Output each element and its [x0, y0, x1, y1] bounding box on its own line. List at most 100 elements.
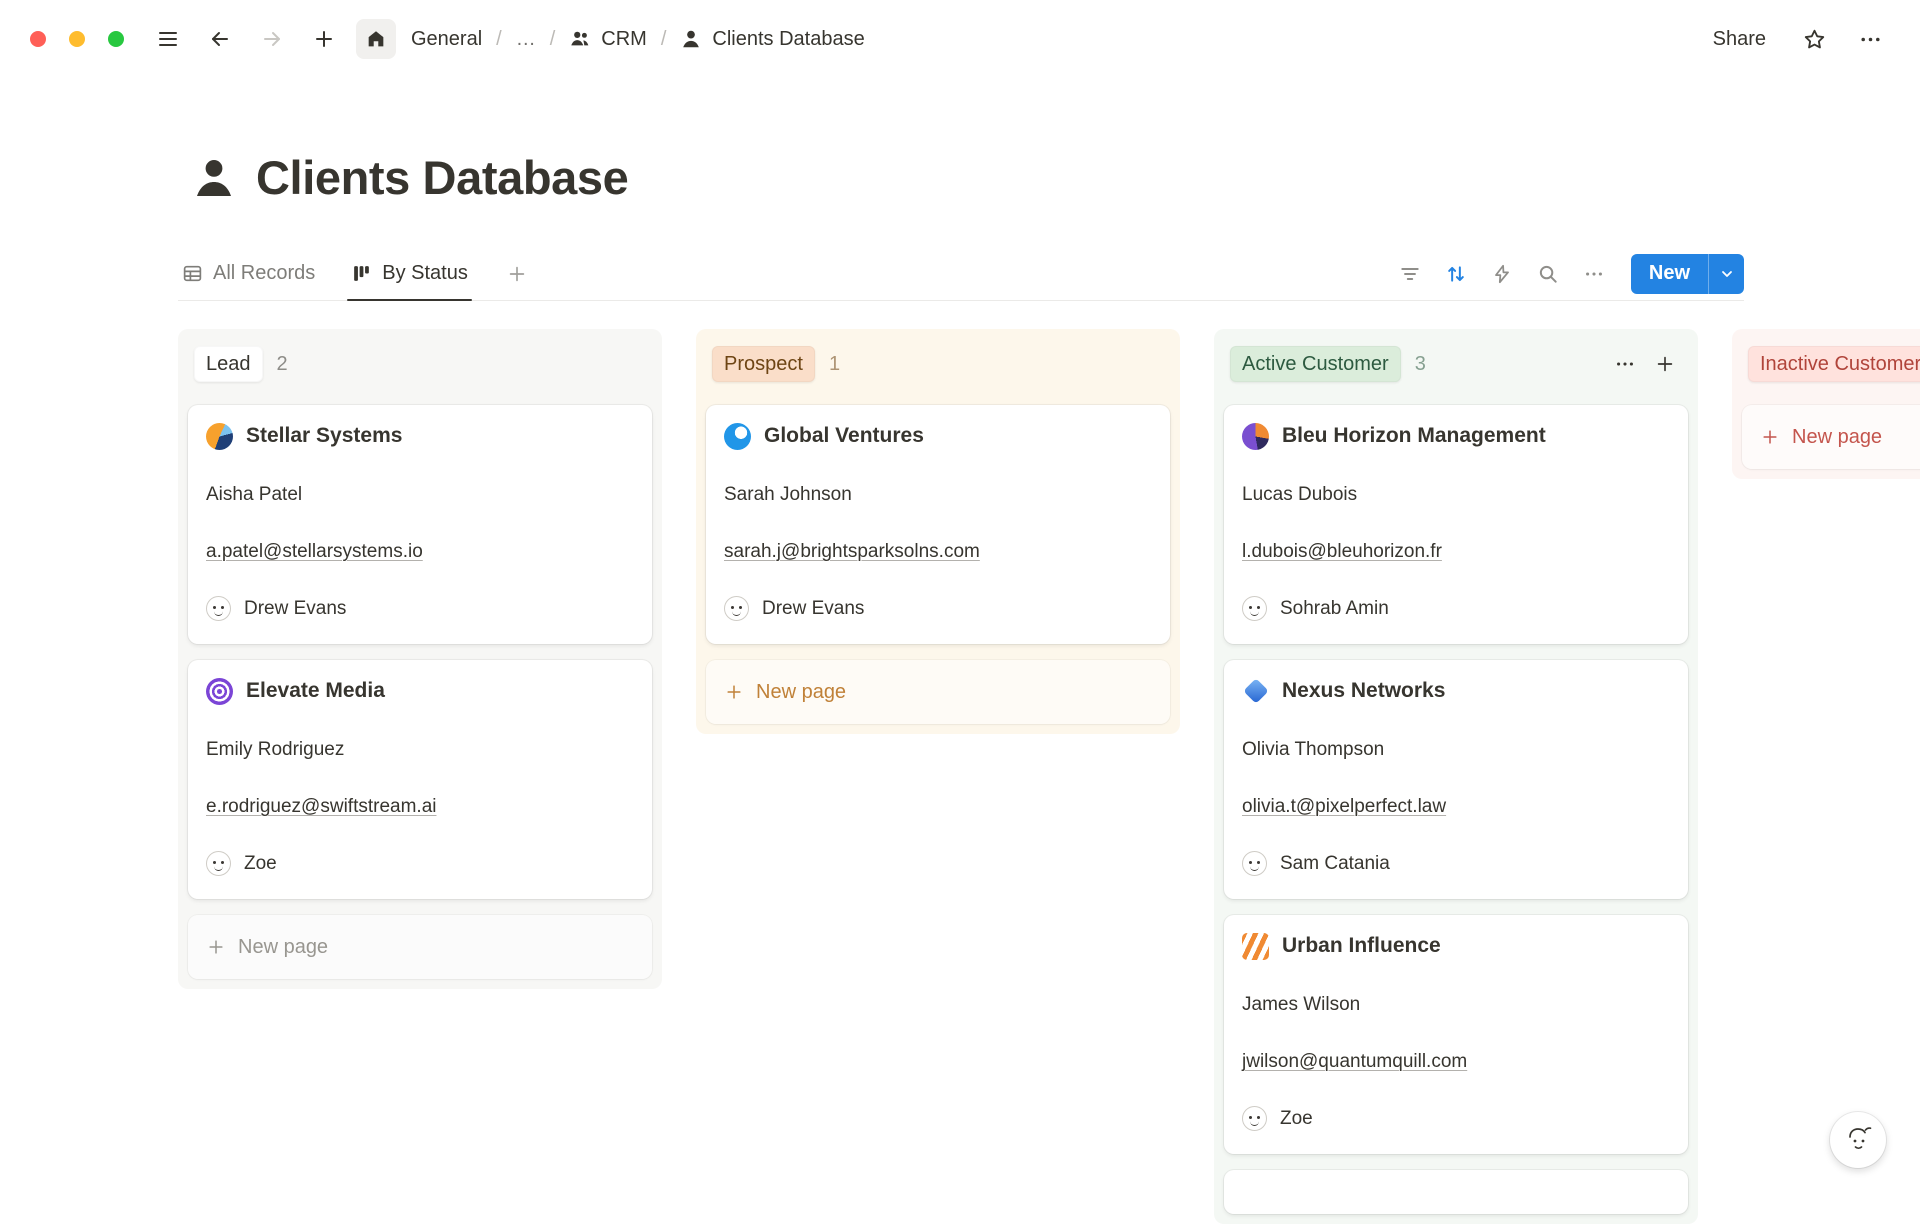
assistant-button[interactable] — [1830, 1112, 1886, 1168]
board-icon — [351, 263, 372, 284]
back-button[interactable] — [200, 19, 240, 59]
contact-email[interactable]: sarah.j@brightsparksolns.com — [724, 538, 1152, 565]
avatar — [206, 851, 231, 876]
contact-email[interactable]: jwilson@quantumquill.com — [1242, 1048, 1670, 1075]
window-titlebar: General / … / CRM / Clients Database Sha… — [0, 0, 1920, 78]
contact-name: Lucas Dubois — [1242, 481, 1670, 508]
ellipsis-icon — [1583, 263, 1605, 285]
breadcrumb-current-label: Clients Database — [712, 28, 864, 51]
window-controls — [30, 31, 124, 47]
avatar — [1242, 851, 1267, 876]
nexus-networks-logo-icon — [1242, 678, 1269, 705]
tab-by-status[interactable]: By Status — [347, 247, 472, 300]
sort-icon — [1445, 263, 1467, 285]
avatar — [1242, 1106, 1267, 1131]
add-view-button[interactable] — [500, 257, 534, 291]
filter-button[interactable] — [1391, 257, 1429, 291]
column-active-customer: Active Customer 3 Bleu Horizon Manageme — [1214, 329, 1698, 1224]
contact-name: Sarah Johnson — [724, 481, 1152, 508]
minimize-button[interactable] — [69, 31, 85, 47]
column-more-button[interactable] — [1608, 347, 1642, 381]
urban-influence-logo-icon — [1242, 933, 1269, 960]
breadcrumb-collapsed[interactable]: … — [511, 24, 541, 55]
sort-button[interactable] — [1437, 257, 1475, 291]
lightning-icon — [1491, 263, 1513, 285]
new-page-label: New page — [756, 681, 846, 704]
contact-name: Olivia Thompson — [1242, 736, 1670, 763]
new-record-dropdown[interactable] — [1708, 254, 1744, 294]
breadcrumb-collapsed-label: … — [516, 28, 536, 51]
home-icon — [365, 28, 387, 50]
forward-button[interactable] — [252, 19, 292, 59]
card-nexus-networks[interactable]: Nexus Networks Olivia Thompson olivia.t@… — [1224, 660, 1688, 899]
card-global-ventures[interactable]: Global Ventures Sarah Johnson sarah.j@br… — [706, 405, 1170, 644]
column-prospect-header: Prospect 1 — [706, 339, 1170, 389]
view-more-button[interactable] — [1575, 257, 1613, 291]
search-button[interactable] — [1529, 257, 1567, 291]
card-bleu-horizon-management[interactable]: Bleu Horizon Management Lucas Dubois l.d… — [1224, 405, 1688, 644]
column-lead-header: Lead 2 — [188, 339, 652, 389]
tab-all-records-label: All Records — [213, 262, 315, 285]
breadcrumb-current-page[interactable]: Clients Database — [675, 24, 869, 55]
new-page-button[interactable]: New page — [706, 660, 1170, 724]
column-active-customer-header: Active Customer 3 — [1224, 339, 1688, 389]
assistant-face-icon — [1842, 1124, 1874, 1156]
card-company-name: Global Ventures — [764, 421, 924, 451]
card-partial[interactable] — [1224, 1170, 1688, 1214]
chevron-down-icon — [1719, 266, 1735, 282]
contact-email[interactable]: a.patel@stellarsystems.io — [206, 538, 634, 565]
contact-email[interactable]: l.dubois@bleuhorizon.fr — [1242, 538, 1670, 565]
page-title[interactable]: Clients Database — [256, 150, 628, 205]
kanban-board: Lead 2 Stellar Systems Aisha Patel a.pat… — [0, 329, 1920, 1224]
status-badge[interactable]: Lead — [194, 346, 263, 382]
contact-name: Emily Rodriguez — [206, 736, 634, 763]
contact-email[interactable]: olivia.t@pixelperfect.law — [1242, 793, 1670, 820]
new-record-button[interactable]: New — [1631, 254, 1744, 294]
status-badge[interactable]: Prospect — [712, 346, 815, 382]
contact-email[interactable]: e.rodriguez@swiftstream.ai — [206, 793, 634, 820]
plus-icon — [506, 263, 528, 285]
contact-name: Aisha Patel — [206, 481, 634, 508]
status-badge[interactable]: Inactive Customer — [1748, 346, 1920, 382]
column-prospect: Prospect 1 Global Ventures Sarah Johnson… — [696, 329, 1180, 734]
plus-icon — [1654, 353, 1676, 375]
new-page-button[interactable]: New page — [1742, 405, 1920, 469]
person-icon — [680, 28, 702, 50]
owner-name: Zoe — [244, 850, 277, 877]
breadcrumb-crm[interactable]: CRM — [564, 24, 652, 55]
card-elevate-media[interactable]: Elevate Media Emily Rodriguez e.rodrigue… — [188, 660, 652, 899]
card-company-name: Stellar Systems — [246, 421, 402, 451]
plus-icon — [724, 682, 744, 702]
column-inactive-customer: Inactive Customer New page — [1732, 329, 1920, 479]
ellipsis-icon — [1858, 27, 1883, 52]
owner-name: Drew Evans — [244, 595, 346, 622]
card-company-name: Bleu Horizon Management — [1282, 421, 1546, 451]
status-badge[interactable]: Active Customer — [1230, 346, 1401, 382]
breadcrumb-workspace[interactable]: General — [406, 24, 487, 55]
automations-button[interactable] — [1483, 257, 1521, 291]
card-stellar-systems[interactable]: Stellar Systems Aisha Patel a.patel@stel… — [188, 405, 652, 644]
elevate-media-logo-icon — [206, 678, 233, 705]
new-record-label[interactable]: New — [1631, 254, 1708, 294]
breadcrumb-separator: / — [661, 28, 667, 51]
column-add-card-button[interactable] — [1648, 347, 1682, 381]
page-icon-person[interactable] — [190, 154, 238, 202]
home-button[interactable] — [356, 19, 396, 59]
close-button[interactable] — [30, 31, 46, 47]
breadcrumb-separator: / — [550, 28, 556, 51]
new-tab-button[interactable] — [304, 19, 344, 59]
avatar — [1242, 596, 1267, 621]
more-options-button[interactable] — [1850, 19, 1890, 59]
card-urban-influence[interactable]: Urban Influence James Wilson jwilson@qua… — [1224, 915, 1688, 1154]
zoom-button[interactable] — [108, 31, 124, 47]
favorite-button[interactable] — [1794, 19, 1834, 59]
tab-all-records[interactable]: All Records — [178, 247, 319, 300]
stellar-systems-logo-icon — [206, 423, 233, 450]
share-button[interactable]: Share — [1701, 22, 1778, 57]
owner-name: Zoe — [1280, 1105, 1313, 1132]
bleu-horizon-logo-icon — [1242, 423, 1269, 450]
breadcrumb-crm-label: CRM — [601, 28, 647, 51]
new-page-button[interactable]: New page — [188, 915, 652, 979]
sidebar-toggle-button[interactable] — [148, 19, 188, 59]
people-icon — [569, 28, 591, 50]
